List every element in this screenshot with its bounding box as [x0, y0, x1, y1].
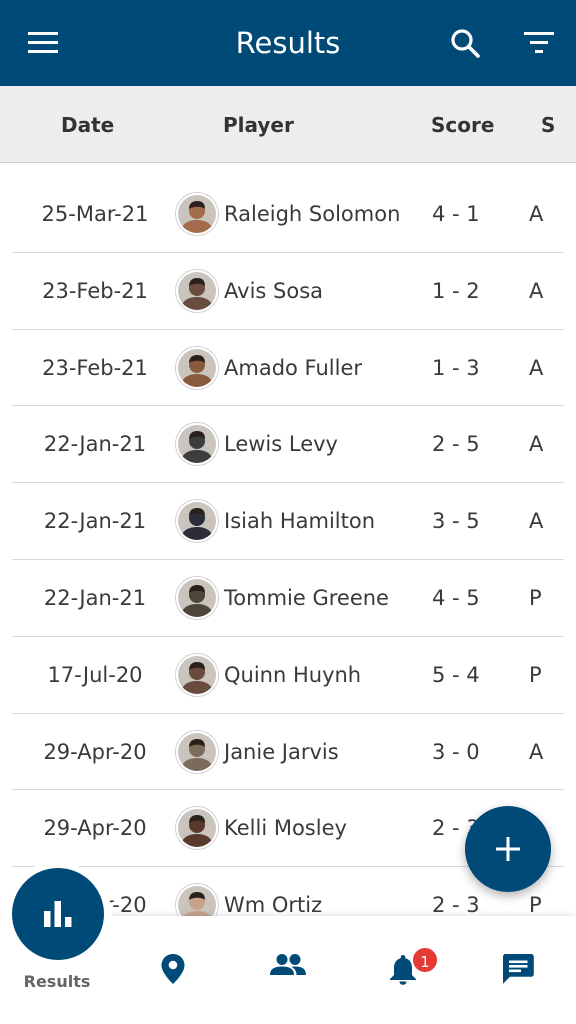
row-status: A [529, 739, 544, 764]
avatar [176, 423, 218, 466]
avatar [176, 193, 218, 235]
row-player-name: Tommie Greene [224, 585, 389, 610]
people-icon [270, 954, 306, 975]
nav-results-label[interactable]: Results [0, 972, 114, 991]
row-status: A [529, 509, 544, 534]
nav-notifications-button[interactable]: 1 [363, 916, 443, 1024]
results-list: 25-Mar-21 Raleigh Solomon 4 - 1 A 23-Feb… [0, 176, 576, 916]
row-status: A [529, 278, 544, 303]
row-player-name: Kelli Mosley [224, 816, 347, 841]
column-header-date[interactable]: Date [61, 86, 114, 163]
row-date: 25-Mar-21 [41, 202, 149, 226]
row-score: 1 - 2 [432, 278, 480, 303]
bar-chart-icon [44, 901, 72, 927]
row-player-name: Isiah Hamilton [224, 509, 375, 534]
row-date: 22-Jan-21 [43, 432, 147, 457]
table-header: Date Player Score S [0, 86, 576, 163]
nav-results-button[interactable] [12, 868, 104, 960]
avatar [176, 730, 218, 773]
row-status: P [529, 585, 542, 610]
row-score: 4 - 1 [432, 202, 480, 226]
row-player-name: Amado Fuller [224, 355, 363, 380]
add-result-button[interactable] [465, 806, 551, 892]
nav-map-button[interactable] [133, 916, 213, 1024]
avatar [176, 269, 218, 312]
row-player-name: Lewis Levy [224, 432, 338, 457]
nav-people-button[interactable] [248, 916, 328, 1024]
avatar [176, 576, 218, 619]
nav-messages-button[interactable] [478, 916, 558, 1024]
row-player-name: Avis Sosa [224, 278, 324, 303]
row-date: 23-Feb-21 [42, 278, 148, 303]
row-score: 4 - 5 [432, 585, 480, 610]
chat-icon [503, 954, 534, 984]
filter-icon [524, 32, 554, 53]
row-player-name: Janie Jarvis [224, 739, 339, 764]
row-player-name: Wm Ortiz [224, 893, 323, 916]
table-row[interactable]: 23-Feb-21 Amado Fuller 1 - 3 A [12, 330, 564, 407]
table-row[interactable]: 22-Jan-21 Lewis Levy 2 - 5 A [12, 406, 564, 484]
location-pin-icon [161, 954, 185, 984]
menu-icon [28, 32, 58, 53]
row-status: A [529, 202, 544, 226]
table-row[interactable]: 23-Feb-21 Avis Sosa 1 - 2 A [12, 253, 564, 330]
avatar [176, 884, 218, 916]
avatar [176, 500, 218, 543]
table-row[interactable]: 22-Jan-21 Tommie Greene 4 - 5 P [12, 560, 564, 637]
row-status: A [529, 355, 544, 380]
row-status: A [529, 432, 544, 457]
top-app-bar: Results [0, 0, 576, 86]
row-date: 23-Feb-21 [42, 355, 148, 380]
notification-count-badge: 1 [411, 946, 439, 974]
column-header-player[interactable]: Player [223, 86, 294, 163]
search-icon [451, 29, 480, 58]
table-row[interactable]: 29-Apr-20 Janie Jarvis 3 - 0 A [12, 714, 564, 791]
row-score: 5 - 4 [432, 662, 480, 687]
search-button[interactable] [433, 0, 497, 86]
row-score: 3 - 0 [432, 739, 480, 764]
row-date: 22-Jan-21 [43, 509, 147, 534]
avatar [176, 807, 218, 850]
filter-button[interactable] [507, 0, 571, 86]
row-date: 17-Jul-20 [47, 662, 143, 687]
menu-button[interactable] [11, 0, 75, 86]
table-row[interactable]: 25-Mar-21 Raleigh Solomon 4 - 1 A [12, 176, 564, 253]
column-header-score[interactable]: Score [431, 86, 494, 163]
row-date: 29-Apr-20 [43, 739, 147, 764]
app-screen: Results Date Player Score S 25-Mar-21 Ra… [0, 0, 576, 1024]
row-player-name: Quinn Huynh [224, 662, 362, 687]
row-score: 2 - 5 [432, 432, 480, 457]
row-score: 3 - 5 [432, 509, 480, 534]
avatar [176, 653, 218, 696]
row-date: 29-Apr-20 [43, 816, 147, 841]
avatar [176, 346, 218, 389]
plus-icon [496, 837, 520, 861]
table-row[interactable]: 22-Jan-21 Isiah Hamilton 3 - 5 A [12, 483, 564, 560]
table-row[interactable]: 17-Jul-20 Quinn Huynh 5 - 4 P [12, 637, 564, 714]
column-header-status[interactable]: S [541, 86, 555, 163]
row-player-name: Raleigh Solomon [224, 202, 401, 226]
row-status: P [529, 662, 542, 687]
row-score: 1 - 3 [432, 355, 480, 380]
row-date: 22-Jan-21 [43, 585, 147, 610]
